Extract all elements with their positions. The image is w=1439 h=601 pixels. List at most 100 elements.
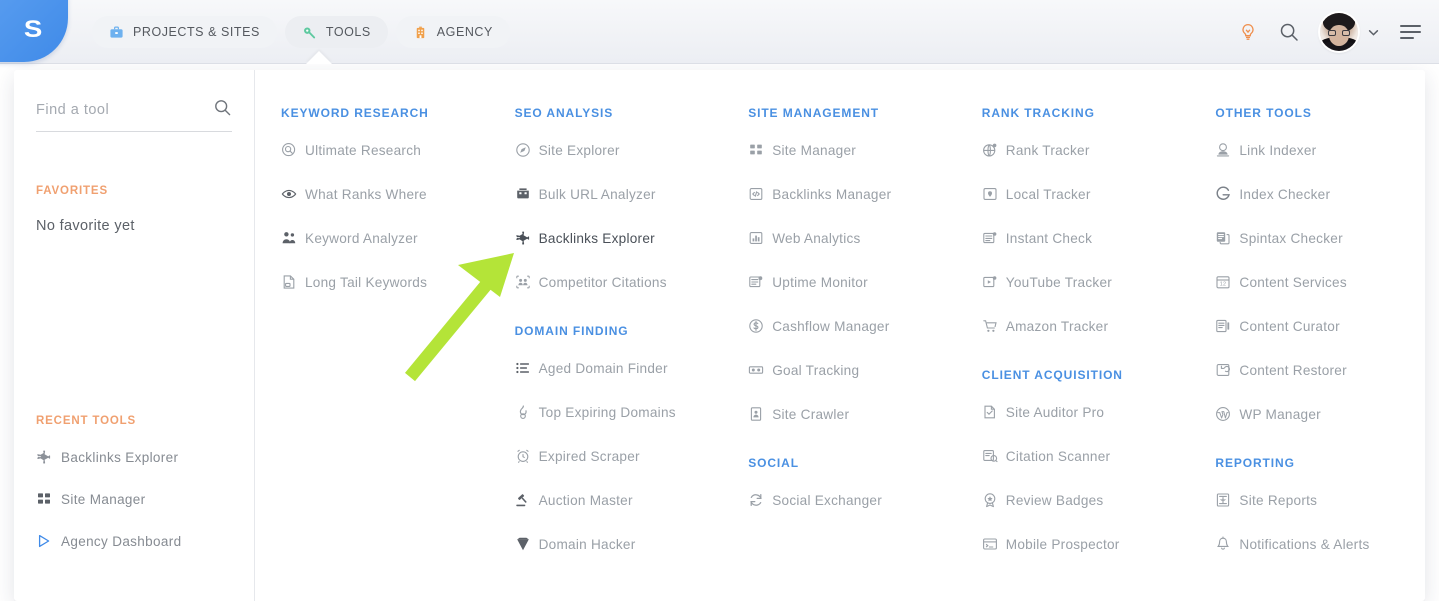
audit-page-icon <box>982 404 998 420</box>
tool-review-badges[interactable]: Review Badges <box>982 492 1192 508</box>
main-nav-tabs: PROJECTS & SITES TOOLS AGENCY <box>92 16 510 48</box>
wrench-icon <box>302 25 317 40</box>
tool-domain-hacker[interactable]: Domain Hacker <box>515 536 725 552</box>
nav-tab-agency[interactable]: AGENCY <box>395 16 510 48</box>
tool-site-reports[interactable]: Site Reports <box>1215 492 1425 508</box>
group-title: RANK TRACKING <box>981 106 1095 120</box>
backlinks-explorer-icon <box>36 449 52 465</box>
tool-content-services[interactable]: 12 Content Services <box>1215 274 1425 290</box>
app-logo[interactable]: S <box>0 0 68 62</box>
tool-keyword-analyzer[interactable]: Keyword Analyzer <box>281 230 491 246</box>
tools-dropdown-panel: FAVORITES No favorite yet RECENT TOOLS B… <box>14 70 1425 601</box>
magnifier-circle-icon <box>281 142 297 158</box>
tool-label: Backlinks Manager <box>772 186 892 202</box>
local-map-icon <box>982 186 998 202</box>
tool-site-crawler[interactable]: Site Crawler <box>748 406 958 422</box>
top-header: S PROJECTS & SITES TOOLS AGENCY <box>0 0 1439 64</box>
tool-expired-scraper[interactable]: Expired Scraper <box>515 448 725 464</box>
briefcase-icon <box>109 25 124 40</box>
tool-label: Social Exchanger <box>772 492 882 508</box>
tool-long-tail-keywords[interactable]: Long Tail Keywords <box>281 274 491 290</box>
link-indexer-icon <box>1215 142 1231 158</box>
tool-goal-tracking[interactable]: Goal Tracking <box>748 362 958 378</box>
tool-label: Auction Master <box>538 492 633 508</box>
lightbulb-icon[interactable] <box>1238 22 1258 42</box>
tool-index-checker[interactable]: Index Checker <box>1215 186 1425 202</box>
tool-site-explorer[interactable]: Site Explorer <box>515 142 725 158</box>
avatar <box>1320 13 1358 51</box>
recent-item-site-manager[interactable]: Site Manager <box>36 491 246 507</box>
tool-mobile-prospector[interactable]: Mobile Prospector <box>982 536 1192 552</box>
tool-label: Citation Scanner <box>1005 448 1111 464</box>
nav-tab-label: TOOLS <box>325 25 371 39</box>
tool-citation-scanner[interactable]: Citation Scanner <box>982 448 1192 464</box>
grid-squares-icon <box>748 142 764 158</box>
group-title: DOMAIN FINDING <box>514 324 629 338</box>
nav-tab-projects-sites[interactable]: PROJECTS & SITES <box>92 16 277 48</box>
tool-backlinks-manager[interactable]: Backlinks Manager <box>748 186 958 202</box>
tool-web-analytics[interactable]: Web Analytics <box>748 230 958 246</box>
search-icon[interactable] <box>213 98 232 122</box>
tool-notifications-alerts[interactable]: Notifications & Alerts <box>1215 536 1425 552</box>
tool-link-indexer[interactable]: Link Indexer <box>1215 142 1425 158</box>
favorites-heading: FAVORITES <box>36 185 108 197</box>
tool-uptime-monitor[interactable]: Uptime Monitor <box>748 274 958 290</box>
chevron-down-icon[interactable] <box>1367 26 1380 39</box>
recent-item-agency-dashboard[interactable]: Agency Dashboard <box>36 533 246 549</box>
tool-instant-check[interactable]: Instant Check <box>982 230 1192 246</box>
tool-content-restorer[interactable]: Content Restorer <box>1215 362 1425 378</box>
tool-local-tracker[interactable]: Local Tracker <box>982 186 1192 202</box>
tool-site-auditor-pro[interactable]: Site Auditor Pro <box>982 404 1192 420</box>
tool-label: Site Manager <box>772 142 857 158</box>
search-input[interactable] <box>36 102 186 118</box>
people-icon <box>281 230 297 246</box>
eye-icon <box>281 186 297 202</box>
user-menu[interactable] <box>1320 13 1380 51</box>
tool-label: Spintax Checker <box>1239 230 1343 246</box>
tool-youtube-tracker[interactable]: YouTube Tracker <box>982 274 1192 290</box>
nav-tab-tools[interactable]: TOOLS <box>284 16 388 48</box>
tool-wp-manager[interactable]: WP Manager <box>1215 406 1425 422</box>
globe-rank-icon <box>982 142 998 158</box>
tool-cashflow-manager[interactable]: Cashflow Manager <box>748 318 958 334</box>
tool-site-manager[interactable]: Site Manager <box>748 142 958 158</box>
tool-what-ranks-where[interactable]: What Ranks Where <box>281 186 491 202</box>
tool-competitor-citations[interactable]: Competitor Citations <box>515 274 725 290</box>
search-icon[interactable] <box>1278 21 1300 43</box>
tool-spintax-checker[interactable]: Spintax Checker <box>1215 230 1425 246</box>
list-icon <box>515 360 531 376</box>
tool-amazon-tracker[interactable]: Amazon Tracker <box>982 318 1192 334</box>
copy-pages-icon <box>1215 230 1231 246</box>
dollar-circle-icon <box>748 318 764 334</box>
tool-label: Keyword Analyzer <box>305 230 418 246</box>
group-other-tools: OTHER TOOLS Link Indexer Index Checker S… <box>1215 106 1425 422</box>
tool-label: Mobile Prospector <box>1005 536 1120 552</box>
tool-search-row <box>36 98 232 132</box>
hamburger-menu-icon[interactable] <box>1400 25 1421 39</box>
compass-icon <box>515 142 531 158</box>
panel-sidebar: FAVORITES No favorite yet RECENT TOOLS B… <box>14 70 255 601</box>
tool-label: YouTube Tracker <box>1005 274 1113 290</box>
tool-bulk-url-analyzer[interactable]: Bulk URL Analyzer <box>515 186 725 202</box>
group-keyword-research: KEYWORD RESEARCH Ultimate Research What … <box>281 106 491 290</box>
diamond-icon <box>515 536 531 552</box>
tool-rank-tracker[interactable]: Rank Tracker <box>982 142 1192 158</box>
tool-content-curator[interactable]: Content Curator <box>1215 318 1425 334</box>
tool-social-exchanger[interactable]: Social Exchanger <box>748 492 958 508</box>
tool-label: Site Explorer <box>538 142 620 158</box>
tool-label: What Ranks Where <box>305 186 427 202</box>
group-title: REPORTING <box>1215 456 1295 470</box>
bulk-url-icon <box>515 186 531 202</box>
group-seo-analysis: SEO ANALYSIS Site Explorer Bulk URL Anal… <box>515 106 725 290</box>
recent-item-backlinks-explorer[interactable]: Backlinks Explorer <box>36 449 246 465</box>
group-rank-tracking: RANK TRACKING Rank Tracker Local Tracker… <box>982 106 1192 334</box>
tool-backlinks-explorer[interactable]: Backlinks Explorer <box>515 230 725 246</box>
recent-item-label: Backlinks Explorer <box>61 449 179 465</box>
instant-check-icon <box>982 230 998 246</box>
tool-top-expiring-domains[interactable]: Top Expiring Domains <box>515 404 725 420</box>
recent-tools-heading: RECENT TOOLS <box>36 415 137 427</box>
tool-aged-domain-finder[interactable]: Aged Domain Finder <box>515 360 725 376</box>
group-title: OTHER TOOLS <box>1215 106 1312 120</box>
tool-ultimate-research[interactable]: Ultimate Research <box>281 142 491 158</box>
tool-auction-master[interactable]: Auction Master <box>515 492 725 508</box>
